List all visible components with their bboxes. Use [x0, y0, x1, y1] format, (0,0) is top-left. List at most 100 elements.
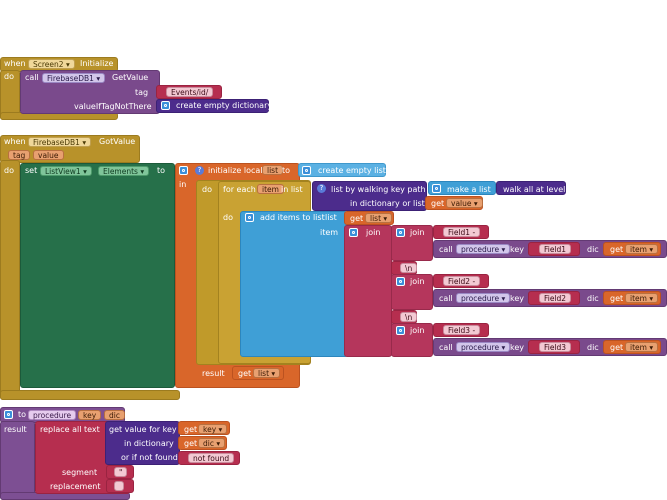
call-label: call	[439, 245, 453, 254]
to-label: to	[18, 410, 27, 419]
gear-icon[interactable]	[4, 410, 13, 419]
component-dropdown[interactable]: Screen2 ▾	[28, 59, 75, 69]
help-icon[interactable]: ?	[195, 166, 204, 175]
event-do-bar	[0, 160, 20, 400]
db-dropdown[interactable]: FirebaseDB1 ▾	[28, 137, 92, 147]
get-label: get	[184, 425, 198, 434]
local-var-name[interactable]: list	[262, 165, 284, 175]
get-item-dropdown[interactable]: item ▾	[625, 342, 659, 352]
get-list-dropdown[interactable]: list ▾	[253, 368, 281, 378]
result-label: result	[202, 369, 225, 378]
key-label: key	[510, 294, 525, 303]
create-empty-list-label: create empty list	[318, 166, 386, 175]
field1-text[interactable]: Field1 -	[443, 227, 481, 237]
do-label: do	[4, 72, 14, 81]
get-label: get	[431, 199, 445, 208]
join-label: join	[366, 228, 381, 237]
dic-label: dic	[587, 343, 599, 352]
segment-label: segment	[62, 468, 98, 477]
in-list-label: in list	[281, 185, 303, 194]
make-list-label: make a list	[447, 185, 491, 194]
field3-key-text[interactable]: Field3	[539, 342, 572, 352]
replacement-label: replacement	[50, 482, 101, 491]
get-list-dropdown[interactable]: list ▾	[365, 213, 393, 223]
gear-icon[interactable]	[349, 228, 358, 237]
replace-all-label: replace all text	[40, 425, 100, 434]
tag-text-value[interactable]: Events/id/	[166, 87, 214, 97]
method-label: GetValue	[112, 73, 149, 82]
field2-text[interactable]: Field2 -	[443, 276, 481, 286]
field3-text[interactable]: Field3 -	[443, 325, 481, 335]
gear-icon[interactable]	[302, 166, 311, 175]
key-label: key	[510, 245, 525, 254]
field2-key-text[interactable]: Field2	[539, 293, 572, 303]
dic-label: dic	[587, 294, 599, 303]
segment-text[interactable]: "	[114, 467, 128, 477]
walk-path-label: list by walking key path	[331, 185, 426, 194]
call-label: call	[25, 73, 39, 82]
param-key[interactable]: key	[78, 410, 102, 420]
db-dropdown[interactable]: FirebaseDB1 ▾	[42, 73, 106, 83]
in-label: in	[179, 180, 187, 189]
param-dic[interactable]: dic	[104, 410, 125, 420]
property-dropdown[interactable]: Elements ▾	[98, 166, 150, 176]
set-label: set	[25, 166, 38, 175]
tag-socket-label: tag	[135, 88, 149, 97]
set-elements-block[interactable]	[20, 163, 175, 388]
do-label: do	[223, 213, 233, 222]
param-tag[interactable]: tag	[8, 150, 31, 160]
walk-all-label: walk all at level	[503, 185, 566, 194]
field1-key-text[interactable]: Field1	[539, 244, 572, 254]
gear-icon[interactable]	[396, 277, 405, 286]
join-block-outer[interactable]	[344, 225, 392, 357]
call-label: call	[439, 343, 453, 352]
procedure-dropdown[interactable]: procedure ▾	[456, 293, 511, 303]
newline-text[interactable]: \n	[400, 312, 418, 322]
init-local-label: initialize local	[208, 166, 263, 175]
event-name: Initialize	[80, 59, 114, 68]
key-label: key	[510, 343, 525, 352]
not-found-text[interactable]: not found	[188, 453, 235, 463]
gear-icon[interactable]	[432, 184, 441, 193]
event-block-bottom	[0, 390, 180, 400]
get-item-dropdown[interactable]: item ▾	[625, 293, 659, 303]
create-dict-label: create empty dictionary	[176, 101, 273, 110]
get-value-for-key-label: get value for key	[109, 425, 177, 434]
newline-text[interactable]: \n	[400, 263, 418, 273]
get-label: get	[238, 369, 252, 378]
when-label: when	[4, 59, 26, 68]
get-label: get	[350, 214, 364, 223]
to-label: to	[282, 166, 291, 175]
get-value-dropdown[interactable]: value ▾	[446, 198, 483, 208]
to-label: to	[157, 166, 166, 175]
for-each-label: for each	[223, 185, 256, 194]
get-dic-dropdown[interactable]: dic ▾	[198, 438, 226, 448]
do-label: do	[4, 166, 14, 175]
do-label: do	[202, 185, 212, 194]
procedure-name[interactable]: procedure	[28, 410, 77, 420]
result-label: result	[4, 425, 27, 434]
join-label: join	[410, 326, 425, 335]
get-label: get	[184, 439, 198, 448]
param-value[interactable]: value	[33, 150, 64, 160]
get-label: get	[610, 343, 624, 352]
gear-icon[interactable]	[245, 213, 254, 222]
value-if-label: valueIfTagNotThere	[74, 102, 152, 111]
item-var[interactable]: item	[257, 184, 284, 194]
in-dictionary-label: in dictionary	[124, 439, 174, 448]
get-key-dropdown[interactable]: key ▾	[198, 424, 228, 434]
help-icon[interactable]: ?	[317, 184, 326, 193]
procedure-dropdown[interactable]: procedure ▾	[456, 342, 511, 352]
gear-icon[interactable]	[179, 166, 188, 175]
in-dict-label: in dictionary or list	[350, 199, 425, 208]
gear-icon[interactable]	[161, 101, 170, 110]
replacement-text[interactable]	[114, 481, 124, 491]
get-label: get	[610, 294, 624, 303]
listview-dropdown[interactable]: ListView1 ▾	[40, 166, 92, 176]
join-label: join	[410, 277, 425, 286]
get-item-dropdown[interactable]: item ▾	[625, 244, 659, 254]
gear-icon[interactable]	[396, 228, 405, 237]
procedure-dropdown[interactable]: procedure ▾	[456, 244, 511, 254]
gear-icon[interactable]	[396, 326, 405, 335]
list-socket-label: list	[325, 213, 337, 222]
